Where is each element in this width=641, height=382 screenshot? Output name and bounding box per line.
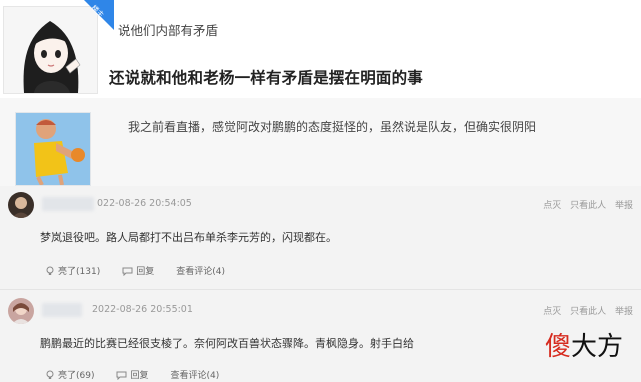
quoted-post-1-line-2: 还说就和他和老杨一样有矛盾是摆在明面的事 <box>109 69 424 87</box>
report-link[interactable]: 举报 <box>615 201 633 211</box>
reply-label: 回复 <box>136 267 155 277</box>
comment-actions: 点灭 只看此人 举报 <box>537 304 633 317</box>
like-button[interactable]: 亮了(69) <box>45 368 94 381</box>
watermark-rest: 大方 <box>571 332 624 362</box>
commenter-avatar[interactable] <box>8 192 34 218</box>
commenter-name-blurred[interactable] <box>42 303 82 317</box>
commenter-avatar[interactable] <box>8 298 34 324</box>
reply-bubble-icon <box>116 371 127 380</box>
only-this-user-link[interactable]: 只看此人 <box>570 307 606 317</box>
op-badge: 楼主 <box>84 0 114 30</box>
reply-label: 回复 <box>130 371 149 381</box>
dislike-link[interactable]: 点灭 <box>543 307 561 317</box>
reply-bubble-icon <box>122 267 133 276</box>
watermark-logo: 傻大方 <box>545 326 623 363</box>
dislike-link[interactable]: 点灭 <box>543 201 561 211</box>
lightbulb-icon <box>46 266 54 275</box>
commenter-name-blurred[interactable] <box>42 197 94 211</box>
view-comments-label: 查看评论(4) <box>176 267 225 277</box>
user-avatar-icon <box>8 298 34 324</box>
like-count: 亮了(69) <box>58 371 95 381</box>
comment-footer: 亮了(69) 回复 查看评论(4) <box>45 368 241 381</box>
comment-footer: 亮了(131) 回复 查看评论(4) <box>45 264 247 277</box>
user-avatar-icon <box>8 192 34 218</box>
comment-time: 022-08-26 20:54:05 <box>97 198 192 209</box>
forum-thread-view: 楼主 说他们内部有矛盾 还说就和他和老杨一样有矛盾是摆在明面的事 我之前看直播，… <box>0 0 641 382</box>
quoted-post-1-line-1: 说他们内部有矛盾 <box>118 23 219 38</box>
view-comments-label: 查看评论(4) <box>170 371 220 381</box>
comment-text: 鹏鹏最近的比赛已经很支棱了。奈何阿改百兽状态骤降。青枫隐身。射手白给 <box>40 337 414 350</box>
only-this-user-link[interactable]: 只看此人 <box>570 201 606 211</box>
quoted-post-2-line-1: 我之前看直播，感觉阿改对鹏鹏的态度挺怪的，虽然说是队友，但确实很阴阳 <box>128 120 537 134</box>
reply-button[interactable]: 回复 <box>122 264 154 277</box>
comment-time: 2022-08-26 20:55:01 <box>92 304 193 315</box>
quoted-post-2 <box>0 98 641 186</box>
comment-actions: 点灭 只看此人 举报 <box>537 198 633 211</box>
quoted-posts: 楼主 说他们内部有矛盾 还说就和他和老杨一样有矛盾是摆在明面的事 我之前看直播，… <box>0 0 641 186</box>
view-comments-link[interactable]: 查看评论(4) <box>176 264 225 277</box>
reply-button[interactable]: 回复 <box>116 368 149 381</box>
like-button[interactable]: 亮了(131) <box>45 264 100 277</box>
report-link[interactable]: 举报 <box>615 307 633 317</box>
watermark-first-char: 傻 <box>545 332 572 362</box>
comment-text: 梦岚退役吧。路人局都打不出吕布单杀李元芳的，闪现都在。 <box>40 231 337 244</box>
comment-item: 022-08-26 20:54:05 点灭 只看此人 举报 梦岚退役吧。路人局都… <box>0 186 641 290</box>
view-comments-link[interactable]: 查看评论(4) <box>171 368 220 381</box>
lightbulb-icon <box>46 370 54 379</box>
basketball-player-avatar-icon <box>16 113 90 185</box>
like-count: 亮了(131) <box>58 267 101 277</box>
quoted-user-avatar[interactable] <box>15 112 91 186</box>
